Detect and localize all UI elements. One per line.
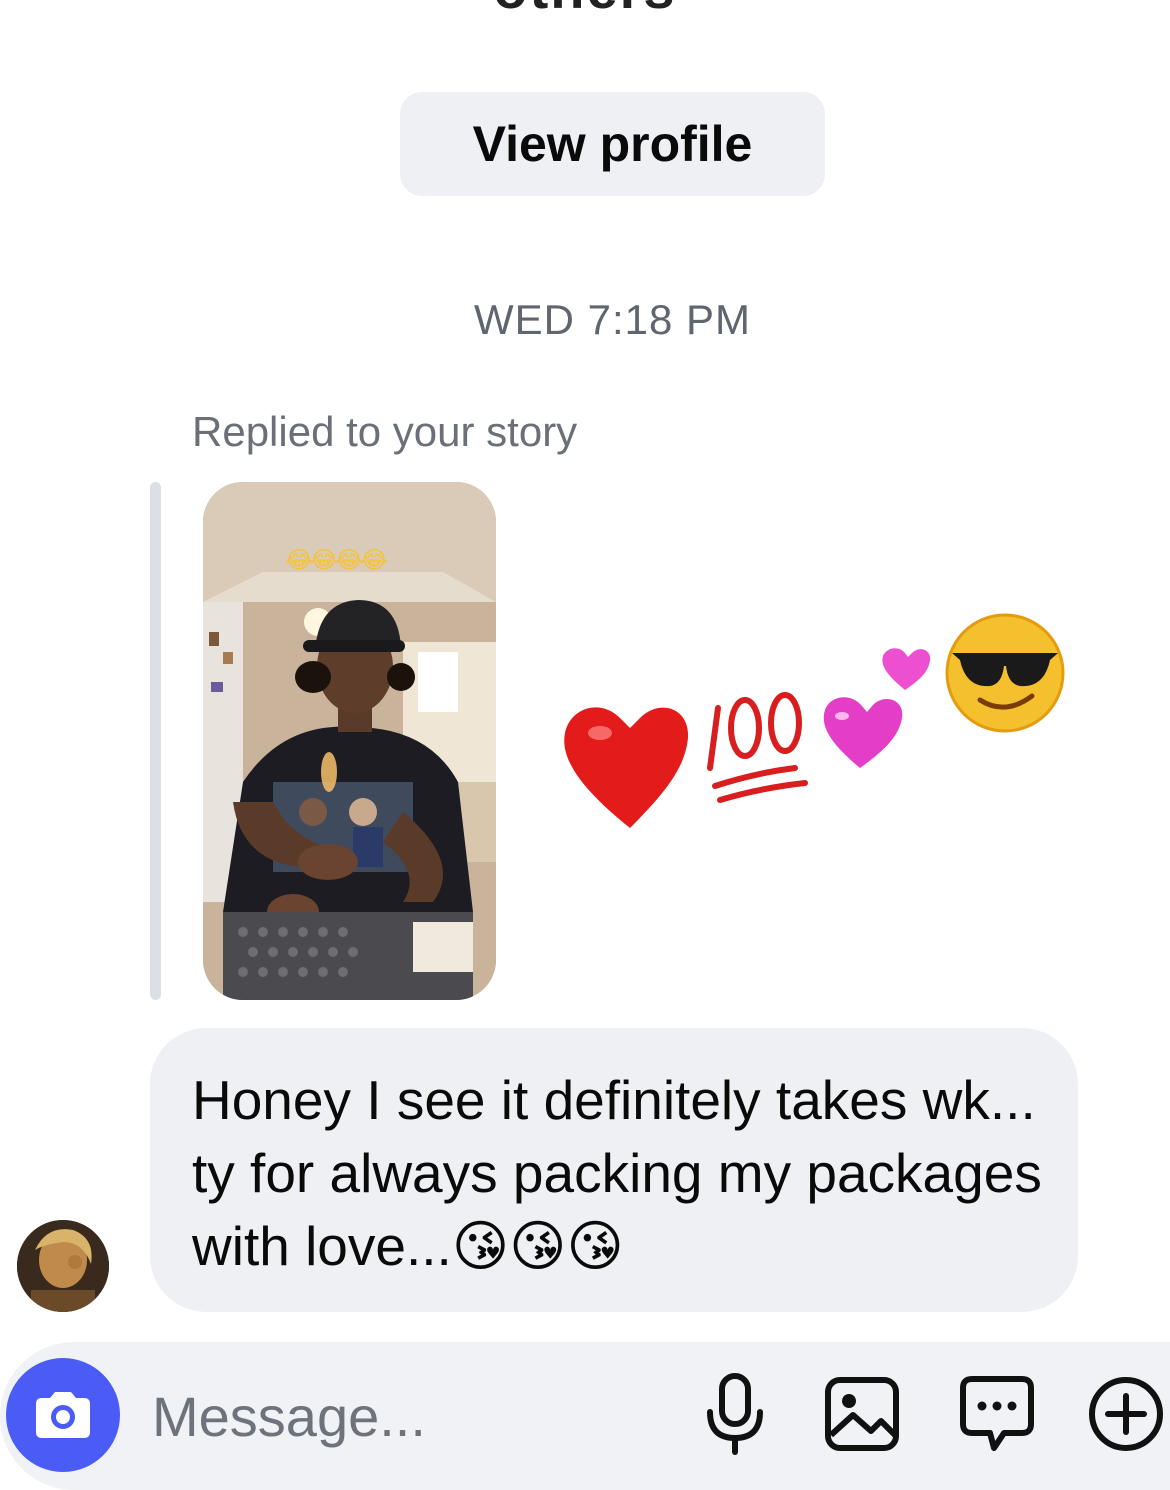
sticker-chat-icon: [960, 1376, 1034, 1451]
sticker-button[interactable]: [955, 1372, 1039, 1456]
plus-icon: [1089, 1377, 1163, 1451]
message-text: Honey I see it definitely takes wk... ty…: [192, 1069, 1042, 1277]
more-options-button[interactable]: [1084, 1372, 1168, 1456]
two-hearts-icon: [823, 648, 931, 768]
gallery-button[interactable]: [820, 1372, 904, 1456]
microphone-button[interactable]: [693, 1372, 777, 1456]
message-input[interactable]: [152, 1370, 672, 1462]
sunglasses-face-icon: [945, 613, 1065, 733]
message-composer: [0, 1342, 1170, 1490]
sender-avatar[interactable]: [17, 1220, 109, 1312]
view-profile-button[interactable]: View profile: [400, 92, 825, 196]
emoji-reaction-message: [560, 608, 1070, 838]
hundred-points-icon: [707, 692, 808, 803]
reply-indicator-bar: [150, 482, 161, 1000]
story-reply-label: Replied to your story: [192, 408, 578, 455]
cut-off-header-text: others: [0, 0, 1170, 21]
story-thumbnail[interactable]: 😂😂😂😂: [203, 482, 496, 1000]
camera-button[interactable]: [6, 1358, 120, 1472]
camera-icon: [36, 1392, 90, 1438]
image-icon: [825, 1377, 899, 1451]
microphone-icon: [707, 1373, 763, 1455]
story-overlay-emoji: 😂😂😂😂: [285, 546, 388, 574]
message-timestamp: WED 7:18 PM: [473, 296, 752, 343]
message-bubble[interactable]: Honey I see it definitely takes wk... ty…: [150, 1028, 1078, 1312]
red-heart-icon: [564, 707, 689, 828]
